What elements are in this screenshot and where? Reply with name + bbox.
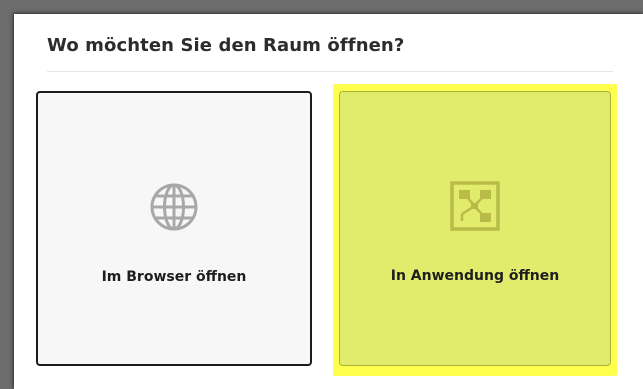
title-divider [47,71,613,72]
dialog-title: Wo möchten Sie den Raum öffnen? [47,35,405,56]
open-in-application-option[interactable]: In Anwendung öffnen [339,91,611,366]
open-in-application-label: In Anwendung öffnen [390,268,560,284]
open-in-browser-label: Im Browser öffnen [101,269,247,285]
application-icon [450,181,500,231]
open-in-browser-option[interactable]: Im Browser öffnen [36,91,312,366]
globe-icon [150,183,198,231]
